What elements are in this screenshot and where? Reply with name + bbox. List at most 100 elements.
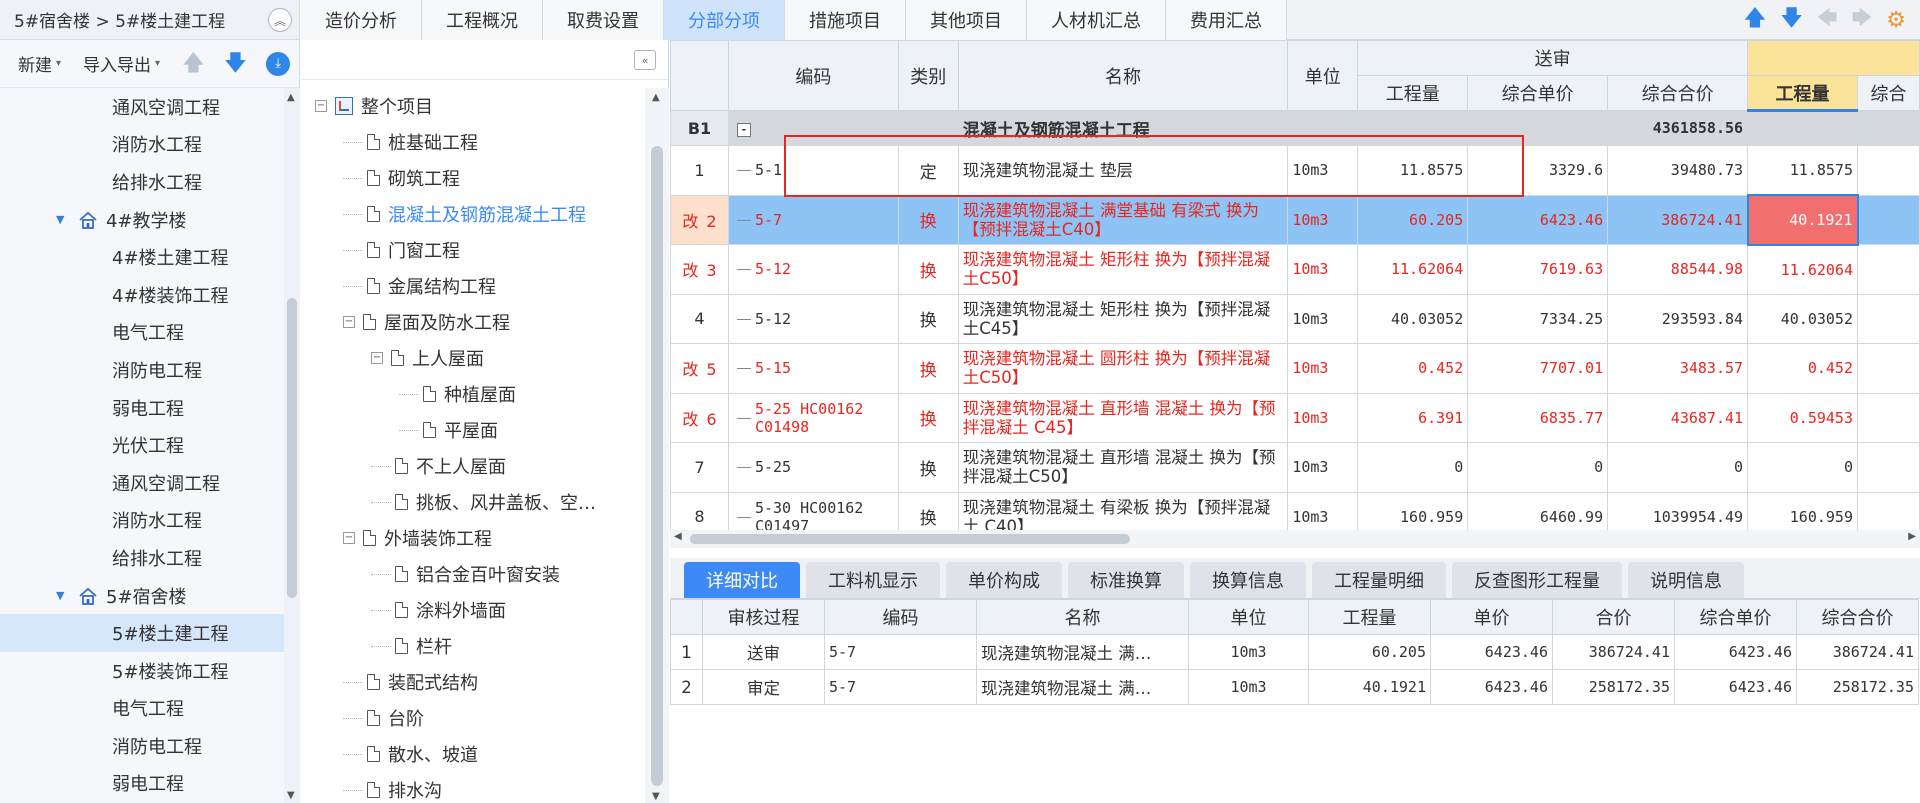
cell-name[interactable]: 现浇建筑物混凝土 直形墙 混凝土 换为【预拌混凝土C50】 [957, 442, 1289, 493]
cell-qty-approved[interactable]: 11.8575 [1747, 145, 1858, 196]
project-item[interactable]: 4#楼土建工程 [0, 238, 284, 276]
project-item[interactable]: 5#楼土建工程 [0, 614, 284, 652]
scrollbar-thumb[interactable] [287, 298, 297, 598]
scrollbar-thumb[interactable] [651, 146, 663, 786]
cell-qty-approved[interactable]: 0.59453 [1747, 392, 1858, 443]
cell-code[interactable]: 5-1 [727, 145, 899, 196]
cell-unit-price[interactable]: 6835.77 [1467, 392, 1609, 443]
cell-code[interactable]: 5-12 [727, 293, 899, 344]
header-category[interactable]: 类别 [897, 40, 959, 111]
cell-name[interactable]: 现浇建筑物混凝土 有梁板 换为【预拌混凝土 C40】 [957, 491, 1289, 530]
project-item[interactable]: ▼ 4#教学楼 [0, 201, 284, 239]
cell-total[interactable]: 386724.41 [1607, 194, 1749, 245]
tab-1[interactable]: 工程概况 [422, 0, 543, 40]
section-tree-item[interactable]: 种植屋面 [301, 376, 645, 412]
detail-tab-1[interactable]: 工料机显示 [806, 562, 940, 598]
cell-qty-approved[interactable]: 0.452 [1747, 343, 1858, 394]
table-row[interactable]: 改 5 5-15 换现浇建筑物混凝土 圆形柱 换为【预拌混凝土C50】 10m3 0.45… [670, 343, 1920, 394]
cell-total[interactable]: 39480.73 [1607, 145, 1749, 196]
tab-2[interactable]: 取费设置 [543, 0, 664, 40]
header-qty-approved[interactable]: 工程量 [1747, 75, 1858, 112]
cell-unit[interactable]: 10m3 [1287, 145, 1359, 196]
scroll-left-icon[interactable]: ◀ [674, 531, 682, 542]
project-item[interactable]: 弱电工程 [0, 389, 284, 427]
table-row[interactable]: 4 5-12 换现浇建筑物混凝土 矩形柱 换为【预拌混凝土C45】 10m3 40.03… [670, 293, 1920, 344]
section-tree-item[interactable]: − 上人屋面 [301, 340, 645, 376]
section-tree-item[interactable]: 涂料外墙面 [301, 592, 645, 628]
section-tree-item[interactable]: − 外墙装饰工程 [301, 520, 645, 556]
project-item[interactable]: 给排水工程 [0, 163, 284, 201]
section-tree-item[interactable]: 金属结构工程 [301, 268, 645, 304]
collapse-box-icon[interactable]: − [343, 532, 355, 544]
scroll-right-icon[interactable]: ▶ [1908, 531, 1916, 542]
cell-total[interactable]: 1039954.49 [1607, 491, 1749, 530]
scroll-up-icon[interactable]: ▲ [652, 92, 660, 103]
cell-extra[interactable] [1857, 442, 1920, 493]
header-unit[interactable]: 单位 [1287, 40, 1359, 111]
section-tree-item[interactable]: 平屋面 [301, 412, 645, 448]
project-item[interactable]: 通风空调工程 [0, 88, 284, 126]
detail-name[interactable]: 现浇建筑物混凝土 满… [976, 669, 1189, 705]
project-list-scrollbar[interactable]: ▲ ▼ [284, 88, 300, 803]
detail-header-8[interactable]: 综合合价 [1796, 599, 1919, 635]
detail-process[interactable]: 审定 [702, 669, 825, 705]
cell-unit-price[interactable]: 0 [1467, 442, 1609, 493]
table-row[interactable]: 改 2 5-7 换现浇建筑物混凝土 满堂基础 有梁式 换为【预拌混凝土C40】 10m3… [670, 194, 1920, 246]
section-tree-item[interactable]: 不上人屋面 [301, 448, 645, 484]
table-row[interactable]: 7 5-25 换现浇建筑物混凝土 直形墙 混凝土 换为【预拌混凝土C50】 10m3 0… [670, 442, 1920, 493]
detail-row[interactable]: 1 送审 5-7 现浇建筑物混凝土 满… 10m3 60.205 6423.46 386724… [670, 634, 1919, 670]
header-code[interactable]: 编码 [727, 40, 899, 111]
cell-extra[interactable] [1857, 343, 1920, 394]
tab-7[interactable]: 费用汇总 [1166, 0, 1287, 40]
detail-tab-5[interactable]: 工程量明细 [1312, 562, 1446, 598]
cell-extra[interactable] [1857, 244, 1920, 295]
cell-qty[interactable]: 11.62064 [1357, 244, 1469, 295]
arrow-up-icon[interactable]: 🡅 [1744, 1, 1767, 39]
detail-tab-3[interactable]: 标准换算 [1068, 562, 1184, 598]
detail-name[interactable]: 现浇建筑物混凝土 满… [976, 634, 1189, 670]
cell-total[interactable]: 0 [1607, 442, 1749, 493]
tab-6[interactable]: 人材机汇总 [1027, 0, 1166, 40]
section-tree-item[interactable]: − 屋面及防水工程 [301, 304, 645, 340]
project-item[interactable]: 5#楼装饰工程 [0, 652, 284, 690]
cell-unit-price[interactable]: 7334.25 [1467, 293, 1609, 344]
scroll-up-icon[interactable]: ▲ [287, 92, 295, 103]
cell-name[interactable]: 现浇建筑物混凝土 矩形柱 换为【预拌混凝土C50】 [957, 244, 1289, 295]
cell-qty[interactable]: 40.03052 [1357, 293, 1469, 344]
section-tree-scrollbar[interactable]: ▲ ▼ [645, 88, 669, 803]
cell-unit[interactable]: 10m3 [1287, 244, 1359, 295]
detail-unit[interactable]: 10m3 [1188, 669, 1309, 705]
cell-unit[interactable]: 10m3 [1287, 491, 1359, 530]
cell-qty-approved[interactable]: 160.959 [1747, 491, 1858, 530]
detail-header-0[interactable]: 审核过程 [702, 599, 825, 635]
cell-category[interactable]: 换 [897, 491, 959, 530]
project-item[interactable]: 电气工程 [0, 314, 284, 352]
settings-icon[interactable]: ⚙ [1886, 8, 1906, 33]
cell-unit[interactable]: 10m3 [1287, 392, 1359, 443]
new-button[interactable]: 新建 ▾ [18, 51, 61, 76]
cell-code[interactable]: 5-25 HC00162 C01498 [727, 392, 899, 443]
cell-unit[interactable]: 10m3 [1287, 442, 1359, 493]
detail-tab-2[interactable]: 单价构成 [946, 562, 1062, 598]
cell-unit-price[interactable]: 3329.6 [1467, 145, 1609, 196]
project-item[interactable]: 通风空调工程 [0, 464, 284, 502]
cell-unit[interactable]: 10m3 [1287, 194, 1359, 245]
cell-qty[interactable]: 6.391 [1357, 392, 1469, 443]
header-qty[interactable]: 工程量 [1357, 75, 1469, 111]
detail-unit-price[interactable]: 6423.46 [1674, 634, 1797, 670]
cell-unit-price[interactable]: 7707.01 [1467, 343, 1609, 394]
cell-category[interactable]: 换 [897, 194, 959, 245]
detail-process[interactable]: 送审 [702, 634, 825, 670]
cell-unit-price[interactable]: 6423.46 [1467, 194, 1609, 245]
detail-price[interactable]: 6423.46 [1430, 634, 1553, 670]
collapse-box-icon[interactable]: − [315, 100, 327, 112]
detail-unit-price[interactable]: 6423.46 [1674, 669, 1797, 705]
scroll-down-icon[interactable]: ▼ [287, 790, 295, 801]
project-item[interactable]: 光伏工程 [0, 426, 284, 464]
project-item[interactable]: 消防电工程 [0, 727, 284, 765]
cell-category[interactable]: 定 [897, 145, 959, 196]
detail-code[interactable]: 5-7 [824, 669, 977, 705]
detail-total[interactable]: 258172.35 [1552, 669, 1675, 705]
cell-qty-approved[interactable]: 40.03052 [1747, 293, 1858, 344]
section-row[interactable]: B1- 混凝土及钢筋混凝土工程 4361858.56 [670, 110, 1920, 146]
